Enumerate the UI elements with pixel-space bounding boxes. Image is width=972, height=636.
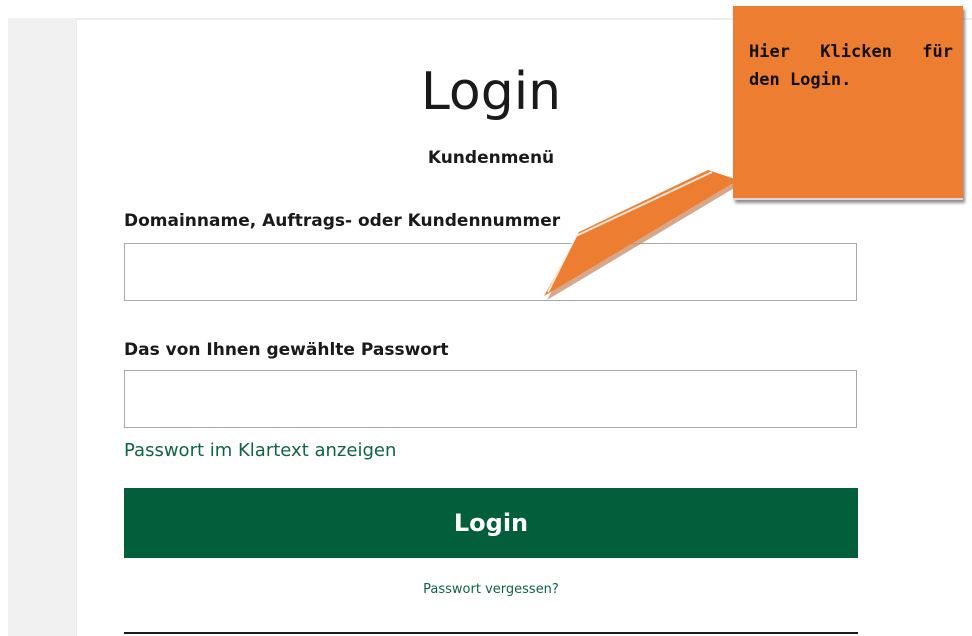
- show-password-link[interactable]: Passwort im Klartext anzeigen: [124, 440, 396, 461]
- username-input[interactable]: [124, 243, 857, 301]
- username-label: Domainname, Auftrags- oder Kundennummer: [124, 211, 561, 231]
- callout-box: Hier Klicken für den Login.: [733, 6, 963, 200]
- password-input[interactable]: [124, 370, 857, 428]
- password-label: Das von Ihnen gewählte Passwort: [124, 340, 449, 360]
- forgot-password-link[interactable]: Passwort vergessen?: [0, 582, 972, 597]
- login-button[interactable]: Login: [124, 488, 858, 558]
- callout-text: Hier Klicken für den Login.: [749, 42, 953, 90]
- divider: [124, 632, 858, 634]
- page: Login Kundenmenü Domainname, Auftrags- o…: [0, 0, 972, 636]
